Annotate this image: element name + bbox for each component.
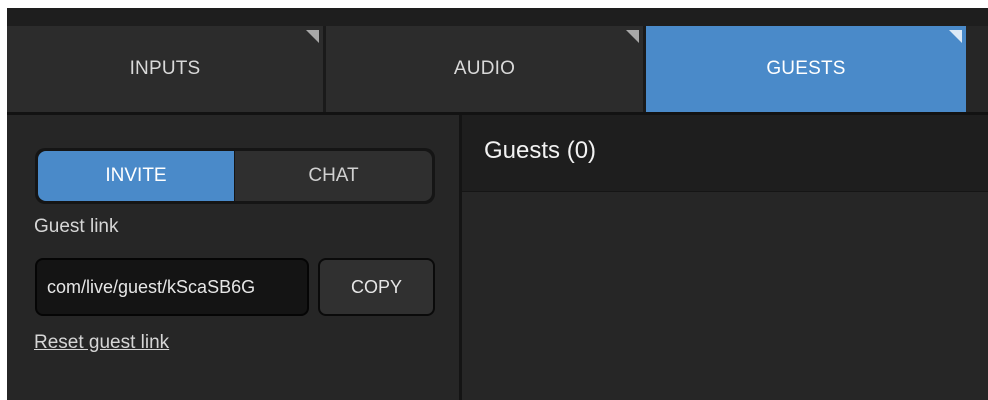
corner-triangle-icon <box>949 30 962 43</box>
corner-triangle-icon <box>306 30 319 43</box>
corner-triangle-icon <box>626 30 639 43</box>
top-strip <box>7 8 988 26</box>
tab-label: AUDIO <box>453 58 516 79</box>
guests-list-panel: Guests (0) <box>462 115 988 400</box>
guests-list-header: Guests (0) <box>462 115 988 192</box>
guest-invite-panel: INVITE CHAT Guest link com/live/guest/kS… <box>7 115 459 400</box>
guests-title: Guests (0) <box>484 137 597 164</box>
tab-label: INPUTS <box>129 58 201 79</box>
tab-bar: INPUTS AUDIO GUESTS <box>7 26 988 112</box>
reset-guest-link[interactable]: Reset guest link <box>34 332 169 354</box>
invite-chat-toggle: INVITE CHAT <box>35 148 435 204</box>
tab-audio[interactable]: AUDIO <box>326 26 643 112</box>
tab-inputs[interactable]: INPUTS <box>7 26 323 112</box>
guest-link-field[interactable]: com/live/guest/kScaSB6G <box>35 258 309 316</box>
guest-link-label: Guest link <box>34 216 119 237</box>
copy-button[interactable]: COPY <box>318 258 435 316</box>
tab-guests[interactable]: GUESTS <box>646 26 966 112</box>
tab-bar-filler <box>966 26 988 112</box>
tab-label: GUESTS <box>766 58 846 79</box>
invite-button[interactable]: INVITE <box>38 151 234 201</box>
chat-button[interactable]: CHAT <box>235 151 432 201</box>
streaming-panel: INPUTS AUDIO GUESTS INVITE CHAT Guest li… <box>7 8 988 400</box>
